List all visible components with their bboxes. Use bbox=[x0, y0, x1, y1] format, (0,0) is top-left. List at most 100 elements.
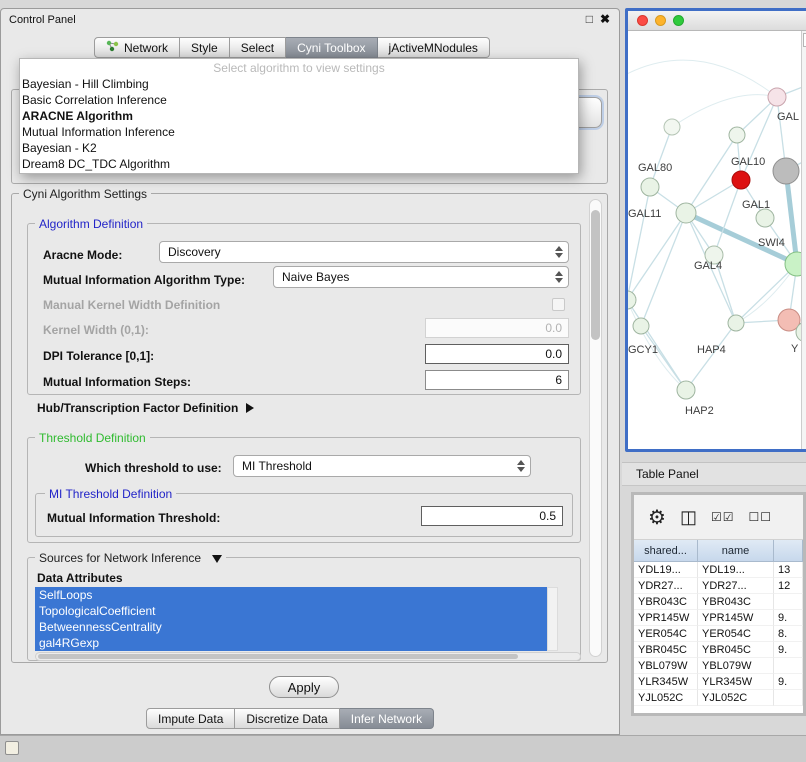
column-header-name[interactable]: name bbox=[698, 540, 774, 562]
network-node[interactable] bbox=[768, 88, 786, 106]
table-row[interactable]: YJL052CYJL052C bbox=[634, 690, 803, 706]
column-header-partial[interactable] bbox=[774, 540, 803, 562]
tab-cyni-toolbox[interactable]: Cyni Toolbox bbox=[286, 37, 377, 58]
table-cell[interactable]: YBL079W bbox=[634, 658, 698, 674]
settings-scrollbar[interactable] bbox=[589, 199, 602, 657]
popup-item[interactable]: Bayesian - Hill Climbing bbox=[20, 76, 578, 92]
tab-select[interactable]: Select bbox=[230, 37, 286, 58]
float-window-icon[interactable]: □ bbox=[586, 12, 593, 26]
popup-item[interactable]: Dream8 DC_TDC Algorithm bbox=[20, 156, 578, 172]
table-cell[interactable]: YPR145W bbox=[698, 610, 774, 626]
manual-kernel-checkbox[interactable] bbox=[552, 298, 565, 311]
table-cell[interactable]: YJL052C bbox=[698, 690, 774, 706]
network-graph-canvas[interactable]: GAL80GAL10GAL1GAL11SWI4GAL4GCY1HAP4HAP2G… bbox=[628, 31, 806, 449]
tab-infer-network[interactable]: Infer Network bbox=[340, 708, 434, 729]
table-cell[interactable]: 12 bbox=[774, 578, 803, 594]
aracne-mode-select[interactable]: Discovery bbox=[159, 241, 569, 263]
network-node[interactable] bbox=[633, 318, 649, 334]
table-cell[interactable]: YBR045C bbox=[634, 642, 698, 658]
popup-item[interactable]: Basic Correlation Inference bbox=[20, 92, 578, 108]
network-window-titlebar[interactable] bbox=[628, 11, 806, 31]
zoom-traffic-light-icon[interactable] bbox=[673, 15, 684, 26]
hub-tf-section-toggle[interactable]: Hub/Transcription Factor Definition bbox=[37, 401, 254, 415]
network-node[interactable] bbox=[756, 209, 774, 227]
mi-threshold-input[interactable]: 0.5 bbox=[421, 506, 563, 526]
network-node[interactable] bbox=[773, 158, 799, 184]
table-cell[interactable]: YLR345W bbox=[634, 674, 698, 690]
select-columns-unchecked-icon[interactable]: ☐☐ bbox=[748, 510, 772, 524]
network-edge[interactable] bbox=[714, 180, 741, 255]
table-row[interactable]: YBR045CYBR045C9. bbox=[634, 642, 803, 658]
table-cell[interactable]: YER054C bbox=[634, 626, 698, 642]
table-cell[interactable]: YDL19... bbox=[634, 562, 698, 578]
table-row[interactable]: YLR345WYLR345W9. bbox=[634, 674, 803, 690]
network-edge[interactable] bbox=[650, 127, 672, 187]
attribute-item-selected[interactable]: gal4RGexp bbox=[35, 635, 547, 651]
minimize-traffic-light-icon[interactable] bbox=[655, 15, 666, 26]
apply-button[interactable]: Apply bbox=[269, 676, 339, 698]
table-row[interactable]: YBL079WYBL079W bbox=[634, 658, 803, 674]
table-cell[interactable]: YBR043C bbox=[634, 594, 698, 610]
table-settings-gear-icon[interactable]: ⚙ bbox=[648, 505, 666, 530]
popup-item[interactable]: Mutual Information Inference bbox=[20, 124, 578, 140]
scrollbar-thumb[interactable] bbox=[591, 210, 600, 340]
table-cell[interactable]: YDL19... bbox=[698, 562, 774, 578]
tab-impute-data[interactable]: Impute Data bbox=[146, 708, 235, 729]
collapsed-panel-icon[interactable] bbox=[5, 741, 19, 755]
kernel-width-input[interactable]: 0.0 bbox=[425, 318, 569, 338]
table-cell[interactable] bbox=[774, 594, 803, 610]
table-cell[interactable]: YBR043C bbox=[698, 594, 774, 610]
network-edge[interactable] bbox=[686, 135, 737, 213]
tab-network[interactable]: Network bbox=[94, 37, 180, 58]
table-row[interactable]: YDL19...YDL19...13 bbox=[634, 562, 803, 578]
select-columns-checked-icon[interactable]: ☑☑ bbox=[711, 510, 735, 524]
table-cell[interactable]: YBL079W bbox=[698, 658, 774, 674]
mi-steps-input[interactable]: 6 bbox=[425, 370, 569, 390]
table-cell[interactable] bbox=[774, 690, 803, 706]
attribute-item-selected[interactable]: TopologicalCoefficient bbox=[35, 603, 547, 619]
table-cell[interactable]: YER054C bbox=[698, 626, 774, 642]
table-cell[interactable]: 9. bbox=[774, 674, 803, 690]
which-threshold-select[interactable]: MI Threshold bbox=[233, 455, 531, 477]
dpi-tolerance-input[interactable]: 0.0 bbox=[425, 344, 569, 364]
scrollbar-thumb[interactable] bbox=[38, 654, 518, 659]
popup-item-selected[interactable]: ARACNE Algorithm bbox=[20, 108, 578, 124]
attribute-item-selected[interactable]: BetweennessCentrality bbox=[35, 619, 547, 635]
table-cell[interactable]: YPR145W bbox=[634, 610, 698, 626]
network-node[interactable] bbox=[676, 203, 696, 223]
network-edge[interactable] bbox=[628, 60, 777, 97]
table-cell[interactable]: YJL052C bbox=[634, 690, 698, 706]
column-layout-icon[interactable]: ◫ bbox=[680, 507, 697, 528]
attribute-item-selected[interactable]: SelfLoops bbox=[35, 587, 547, 603]
popup-item[interactable]: Bayesian - K2 bbox=[20, 140, 578, 156]
close-traffic-light-icon[interactable] bbox=[637, 15, 648, 26]
table-cell[interactable]: 13 bbox=[774, 562, 803, 578]
network-node[interactable] bbox=[641, 178, 659, 196]
table-cell[interactable]: 8. bbox=[774, 626, 803, 642]
table-row[interactable]: YBR043CYBR043C bbox=[634, 594, 803, 610]
tab-jactivemodules[interactable]: jActiveMNodules bbox=[378, 37, 490, 58]
table-row[interactable]: YER054CYER054C8. bbox=[634, 626, 803, 642]
network-node[interactable] bbox=[729, 127, 745, 143]
table-row[interactable]: YPR145WYPR145W9. bbox=[634, 610, 803, 626]
network-edge[interactable] bbox=[641, 326, 686, 390]
network-edge[interactable] bbox=[672, 95, 777, 127]
network-edge[interactable] bbox=[686, 323, 736, 390]
sources-group-title[interactable]: Sources for Network Inference bbox=[35, 551, 226, 565]
mi-algorithm-type-select[interactable]: Naive Bayes bbox=[273, 266, 569, 288]
table-cell[interactable]: 9. bbox=[774, 642, 803, 658]
table-cell[interactable]: YDR27... bbox=[698, 578, 774, 594]
table-cell[interactable]: YDR27... bbox=[634, 578, 698, 594]
attribute-list-scrollbar[interactable] bbox=[547, 587, 558, 651]
network-node[interactable] bbox=[677, 381, 695, 399]
network-node[interactable] bbox=[628, 291, 636, 309]
column-header-shared-name[interactable]: shared... bbox=[634, 540, 698, 562]
network-scrollbar[interactable] bbox=[801, 31, 806, 449]
tab-discretize-data[interactable]: Discretize Data bbox=[235, 708, 339, 729]
table-cell[interactable]: YLR345W bbox=[698, 674, 774, 690]
table-cell[interactable] bbox=[774, 658, 803, 674]
table-cell[interactable]: YBR045C bbox=[698, 642, 774, 658]
table-cell[interactable]: 9. bbox=[774, 610, 803, 626]
table-row[interactable]: YDR27...YDR27...12 bbox=[634, 578, 803, 594]
attribute-list-hscrollbar[interactable] bbox=[35, 652, 581, 661]
